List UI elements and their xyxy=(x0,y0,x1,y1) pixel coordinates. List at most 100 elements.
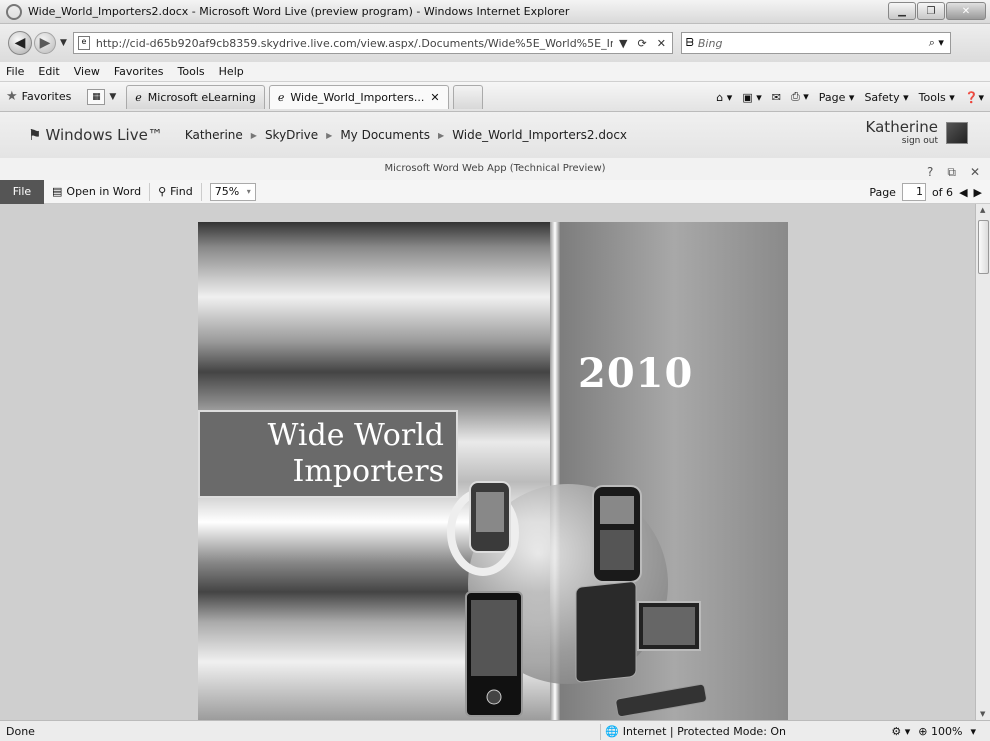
tab-close-icon[interactable]: ✕ xyxy=(430,91,439,104)
open-in-word-label: Open in Word xyxy=(66,185,142,198)
tools-menu[interactable]: Tools ▾ xyxy=(919,91,955,104)
window-controls: ▁ ❐ ✕ xyxy=(888,2,986,20)
zoom-dropdown-icon[interactable]: ▾ xyxy=(970,725,976,738)
stop-icon[interactable]: ✕ xyxy=(657,37,666,50)
tab-wide-world-label: Wide_World_Importers... xyxy=(290,90,425,104)
command-bar: ⌂ ▾ ▣ ▾ ✉ ⎙ ▾ Page ▾ Safety ▾ Tools ▾ ❓▾ xyxy=(716,82,984,112)
browser-window: Wide_World_Importers2.docx - Microsoft W… xyxy=(0,0,990,741)
title-line-2: Importers xyxy=(292,454,444,489)
star-icon: ★ xyxy=(6,89,18,104)
find-label: Find xyxy=(170,185,193,198)
new-tab-button[interactable] xyxy=(452,84,483,109)
search-box[interactable]: ᗷ Bing ⌕ ▾ xyxy=(680,32,951,54)
menu-view[interactable]: View xyxy=(74,65,100,78)
title-box: Wide World Importers xyxy=(198,410,458,498)
breadcrumb: Katherine ▶ SkyDrive ▶ My Documents ▶ Wi… xyxy=(185,128,627,142)
breadcrumb-katherine[interactable]: Katherine xyxy=(185,128,243,142)
word-toolbar: File ▤ Open in Word ⚲ Find 75% ▾ Page 1 … xyxy=(0,179,990,204)
menu-tools[interactable]: Tools xyxy=(178,65,205,78)
vertical-scrollbar[interactable]: ▲ ▼ xyxy=(975,204,990,720)
title-line-1: Wide World xyxy=(267,418,444,453)
bing-icon: ᗷ xyxy=(685,36,694,49)
protected-mode-icon[interactable]: ⚙ ▾ xyxy=(891,725,910,738)
zoom-level[interactable]: ⊕ 100% xyxy=(918,725,962,738)
ie-page-icon: ℯ xyxy=(135,90,142,104)
breadcrumb-separator-icon: ▶ xyxy=(250,130,257,140)
favorites-bar: ★ Favorites ▦ ▼ ℯ Microsoft eLearning ℯ … xyxy=(0,82,990,112)
breadcrumb-separator-icon: ▶ xyxy=(326,130,333,140)
user-area: Katherine sign out xyxy=(866,118,938,146)
home-icon[interactable]: ⌂ ▾ xyxy=(716,91,732,104)
menu-help[interactable]: Help xyxy=(219,65,244,78)
find-button[interactable]: ⚲ Find xyxy=(150,182,202,201)
feeds-icon[interactable]: ▣ ▾ xyxy=(742,91,761,104)
status-divider xyxy=(600,723,601,740)
zone-text: Internet | Protected Mode: On xyxy=(622,725,787,738)
binoculars-icon: ⚲ xyxy=(158,185,167,198)
open-in-word-button[interactable]: ▤ Open in Word xyxy=(44,182,151,201)
sign-out-link[interactable]: sign out xyxy=(866,136,938,146)
address-bar[interactable]: e http://cid-d65b920af9cb8359.skydrive.l… xyxy=(72,32,673,54)
back-button[interactable]: ◀ xyxy=(8,31,32,55)
page-menu[interactable]: Page ▾ xyxy=(819,91,855,104)
close-button[interactable]: ✕ xyxy=(946,2,986,20)
navigation-bar: ◀ ▶ ▼ e http://cid-d65b920af9cb8359.skyd… xyxy=(0,24,990,62)
ie-logo-icon xyxy=(6,3,22,20)
page-number-input[interactable]: 1 xyxy=(901,183,926,201)
minimize-button[interactable]: ▁ xyxy=(888,2,916,20)
windows-live-logo[interactable]: ⚑ Windows Live™ xyxy=(28,126,163,144)
refresh-icon[interactable]: ⟳ xyxy=(637,37,646,50)
address-dropdown-icon[interactable]: ▼ xyxy=(619,37,627,50)
zoom-level-value: 100% xyxy=(931,725,963,738)
menu-edit[interactable]: Edit xyxy=(38,65,59,78)
tab-elearning-label: Microsoft eLearning xyxy=(147,90,256,104)
page-icon: e xyxy=(77,36,90,50)
scroll-up-icon[interactable]: ▲ xyxy=(980,206,985,214)
window-title: Wide_World_Importers2.docx - Microsoft W… xyxy=(28,5,570,18)
word-icon: ▤ xyxy=(52,185,63,198)
forward-button[interactable]: ▶ xyxy=(34,32,56,54)
page-navigator: Page 1 of 6 ◀ ▶ xyxy=(869,183,982,201)
previous-page-icon[interactable]: ◀ xyxy=(959,186,967,199)
tab-elearning[interactable]: ℯ Microsoft eLearning xyxy=(126,84,265,109)
security-zone[interactable]: 🌐 Internet | Protected Mode: On xyxy=(600,721,786,741)
quick-tabs-icon[interactable]: ▦ xyxy=(87,88,106,105)
print-icon[interactable]: ⎙ ▾ xyxy=(791,90,809,104)
scroll-down-icon[interactable]: ▼ xyxy=(980,710,985,718)
chevron-down-icon: ▾ xyxy=(246,187,251,196)
scrollbar-thumb[interactable] xyxy=(978,220,989,274)
page-label: Page xyxy=(869,185,896,199)
breadcrumb-document: Wide_World_Importers2.docx xyxy=(452,128,628,142)
mail-icon[interactable]: ✉ xyxy=(772,91,781,104)
file-tab[interactable]: File xyxy=(0,179,44,204)
breadcrumb-my-documents[interactable]: My Documents xyxy=(340,128,430,142)
menu-file[interactable]: File xyxy=(6,65,24,78)
page-count: of 6 xyxy=(931,185,954,199)
breadcrumb-separator-icon: ▶ xyxy=(438,130,445,140)
year-heading: 2010 xyxy=(578,350,694,397)
windows-flag-icon: ⚑ xyxy=(28,126,42,144)
restore-button[interactable]: ❐ xyxy=(917,2,945,20)
menu-bar: File Edit View Favorites Tools Help xyxy=(0,62,990,82)
internet-globe-icon: 🌐 xyxy=(605,725,619,738)
user-name[interactable]: Katherine xyxy=(866,118,938,136)
favorites-button[interactable]: ★ Favorites xyxy=(6,89,71,104)
ie-page-icon: ℯ xyxy=(277,90,285,104)
favorites-label: Favorites xyxy=(21,90,72,103)
address-input[interactable]: http://cid-d65b920af9cb8359.skydrive.liv… xyxy=(96,37,613,50)
search-input[interactable]: Bing xyxy=(698,37,723,50)
help-icon[interactable]: ❓▾ xyxy=(965,91,984,104)
app-title-bar: Microsoft Word Web App (Technical Previe… xyxy=(0,158,990,180)
title-bar: Wide_World_Importers2.docx - Microsoft W… xyxy=(0,0,990,24)
breadcrumb-skydrive[interactable]: SkyDrive xyxy=(265,128,318,142)
document-page: 2010 Wide World Importers xyxy=(198,222,788,722)
tab-wide-world[interactable]: ℯ Wide_World_Importers... ✕ xyxy=(268,84,449,109)
next-page-icon[interactable]: ▶ xyxy=(974,186,982,199)
avatar[interactable] xyxy=(946,122,968,144)
tab-list-dropdown-icon[interactable]: ▼ xyxy=(109,92,116,102)
menu-favorites[interactable]: Favorites xyxy=(114,65,164,78)
zoom-select[interactable]: 75% ▾ xyxy=(209,182,256,201)
history-dropdown-icon[interactable]: ▼ xyxy=(60,38,67,48)
safety-menu[interactable]: Safety ▾ xyxy=(864,91,908,104)
search-icon[interactable]: ⌕ ▾ xyxy=(929,36,944,50)
